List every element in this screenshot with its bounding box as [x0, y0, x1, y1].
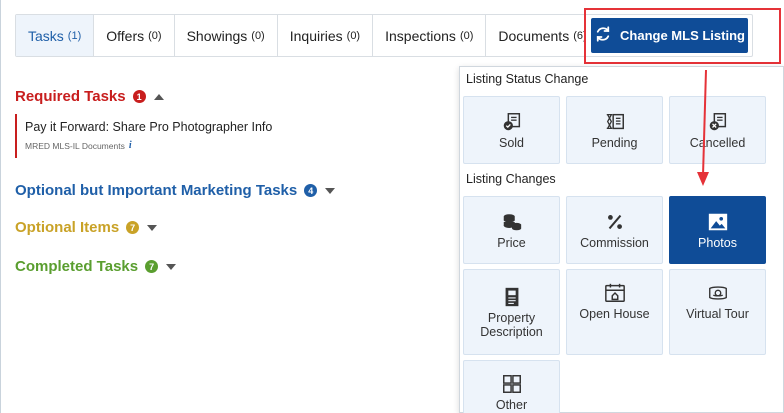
section-optional-important[interactable]: Optional but Important Marketing Tasks 4 [15, 182, 336, 199]
tab-count: (6) [573, 29, 587, 42]
content-frame-border [0, 0, 1, 413]
cancelled-icon [707, 111, 729, 133]
task-source-label: MRED MLS-IL Documents [25, 140, 125, 151]
task-card[interactable]: Pay it Forward: Share Pro Photographer I… [15, 114, 475, 158]
tab-offers[interactable]: Offers (0) [94, 15, 175, 56]
tile-other[interactable]: Other [463, 360, 560, 413]
tile-label: Property Description [480, 310, 543, 339]
listing-changes-title: Listing Changes [466, 172, 556, 186]
change-mls-listing-button[interactable]: Change MLS Listing [591, 18, 748, 53]
refresh-icon [594, 25, 612, 46]
open-house-icon [604, 282, 626, 304]
tab-label: Tasks [28, 27, 64, 44]
coins-icon [501, 211, 523, 233]
info-icon[interactable]: i [129, 140, 132, 151]
count-badge: 4 [304, 184, 318, 197]
percent-icon [604, 211, 626, 233]
change-mls-listing-label: Change MLS Listing [620, 28, 745, 43]
tab-count: (0) [148, 29, 162, 42]
grid-icon [501, 373, 523, 395]
tile-cancelled[interactable]: Cancelled [669, 96, 766, 164]
tab-label: Inspections [385, 27, 456, 44]
tab-label: Inquiries [289, 27, 343, 44]
tab-count: (0) [251, 29, 265, 42]
tab-count: (1) [67, 29, 82, 42]
task-source: MRED MLS-IL Documents i [25, 140, 132, 151]
tile-commission[interactable]: Commission [566, 196, 663, 264]
tab-inquiries[interactable]: Inquiries (0) [278, 15, 374, 56]
tab-inspections[interactable]: Inspections (0) [373, 15, 487, 56]
caret-down-icon [325, 187, 336, 194]
tile-virtual-tour[interactable]: Virtual Tour [669, 269, 766, 355]
caret-up-icon [153, 93, 164, 100]
document-icon [501, 286, 523, 308]
tile-label: Sold [498, 135, 525, 150]
tile-photos[interactable]: Photos [669, 196, 766, 264]
tile-label: Other [495, 398, 528, 412]
count-badge: 1 [132, 90, 146, 103]
tab-label: Showings [186, 27, 248, 44]
tile-label: Cancelled [689, 135, 746, 150]
tile-label: Open House [579, 307, 650, 321]
tile-label: Photos [698, 235, 737, 250]
tile-label: Pending [591, 135, 638, 150]
section-required-tasks[interactable]: Required Tasks 1 [15, 88, 164, 105]
tile-sold[interactable]: Sold [463, 96, 560, 164]
count-badge: 7 [145, 260, 159, 273]
image-icon [707, 211, 729, 233]
sold-icon [501, 111, 523, 133]
tab-label: Offers [106, 27, 145, 44]
tile-label: Price [497, 235, 526, 250]
tile-open-house[interactable]: Open House [566, 269, 663, 355]
caret-down-icon [166, 263, 177, 270]
count-badge: 7 [126, 221, 140, 234]
virtual-tour-icon [707, 282, 729, 304]
tab-label: Documents [498, 27, 570, 44]
section-title: Required Tasks [15, 88, 126, 105]
listing-status-title: Listing Status Change [466, 72, 589, 86]
change-listing-menu: Listing Status Change Sold Pending Cance… [459, 66, 784, 413]
tab-tasks[interactable]: Tasks (1) [16, 15, 95, 56]
tile-price[interactable]: Price [463, 196, 560, 264]
tab-count: (0) [346, 29, 361, 42]
section-title: Optional Items [15, 219, 120, 236]
tab-showings[interactable]: Showings (0) [175, 15, 278, 56]
caret-down-icon [147, 224, 158, 231]
task-title: Pay it Forward: Share Pro Photographer I… [25, 120, 273, 134]
tile-pending[interactable]: Pending [566, 96, 663, 164]
tab-count: (0) [459, 29, 474, 42]
tile-label: Virtual Tour [686, 307, 749, 321]
tile-property-description[interactable]: Property Description [463, 269, 560, 355]
tile-label: Commission [580, 235, 649, 250]
tab-documents[interactable]: Documents (6) [486, 15, 598, 56]
section-title: Completed Tasks [15, 258, 139, 275]
section-completed-tasks[interactable]: Completed Tasks 7 [15, 258, 177, 275]
section-title: Optional but Important Marketing Tasks [15, 182, 298, 199]
pending-icon [604, 111, 626, 133]
section-optional-items[interactable]: Optional Items 7 [15, 219, 158, 236]
